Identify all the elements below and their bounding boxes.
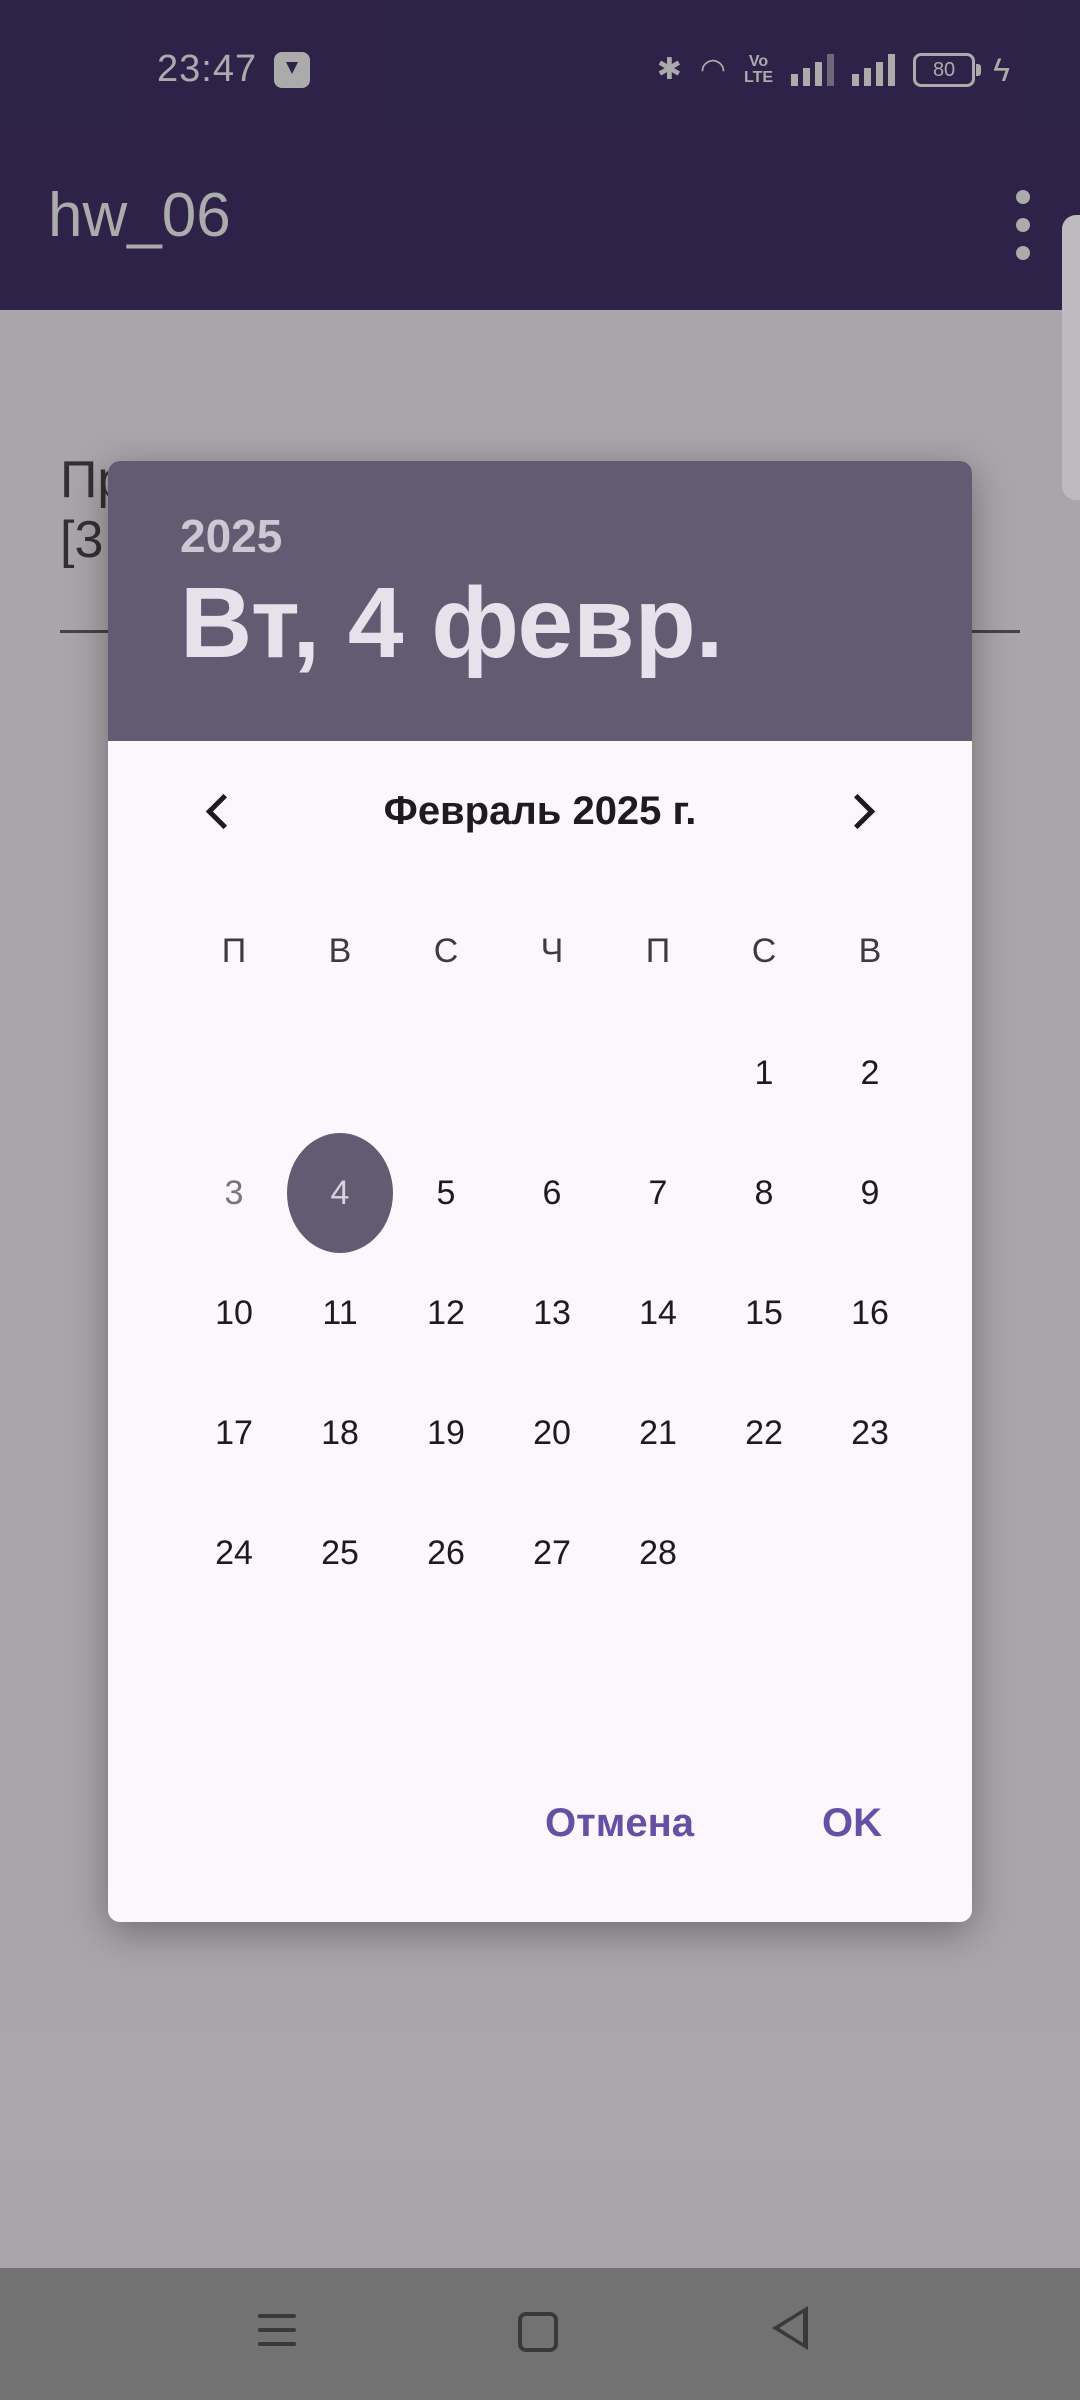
ok-button[interactable]: OK <box>822 1801 882 1846</box>
day-button[interactable]: 8 <box>711 1133 817 1253</box>
day-cell: 17 <box>181 1373 287 1493</box>
day-button[interactable]: 27 <box>499 1493 605 1613</box>
date-picker-header: 2025 Вт, 4 февр. <box>108 461 972 741</box>
day-cell: 20 <box>499 1373 605 1493</box>
day-button[interactable]: 9 <box>817 1133 923 1253</box>
day-button[interactable]: 25 <box>287 1493 393 1613</box>
weekday-label: В <box>328 932 352 970</box>
day-cell: 26 <box>393 1493 499 1613</box>
day-cell: 11 <box>287 1253 393 1373</box>
empty-day-cell <box>605 1013 711 1133</box>
weekday-label: П <box>221 932 247 970</box>
month-navigation: Февраль 2025 г. <box>108 761 972 861</box>
day-cell: 8 <box>711 1133 817 1253</box>
day-button[interactable]: 1 <box>711 1013 817 1133</box>
day-cell: 25 <box>287 1493 393 1613</box>
day-button[interactable]: 23 <box>817 1373 923 1493</box>
dialog-actions: Отмена OK <box>545 1801 882 1846</box>
calendar-grid: 1 2 3 4 5 6 7 8 9 10 11 12 13 14 15 16 17 18 19 20 21 22 23 24 2… <box>181 1013 923 1613</box>
day-button[interactable]: 6 <box>499 1133 605 1253</box>
day-button[interactable]: 3 <box>181 1133 287 1253</box>
day-cell: 3 <box>181 1133 287 1253</box>
day-button[interactable]: 24 <box>181 1493 287 1613</box>
day-button[interactable]: 26 <box>393 1493 499 1613</box>
weekday-header: ПВСЧПСВ <box>181 916 923 986</box>
day-cell: 13 <box>499 1253 605 1373</box>
day-cell: 6 <box>499 1133 605 1253</box>
day-button[interactable]: 13 <box>499 1253 605 1373</box>
day-button[interactable]: 12 <box>393 1253 499 1373</box>
day-cell: 28 <box>605 1493 711 1613</box>
day-cell: 10 <box>181 1253 287 1373</box>
day-cell: 15 <box>711 1253 817 1373</box>
day-button[interactable]: 16 <box>817 1253 923 1373</box>
day-cell: 24 <box>181 1493 287 1613</box>
weekday-label: П <box>645 932 671 970</box>
day-button[interactable]: 19 <box>393 1373 499 1493</box>
day-button[interactable]: 14 <box>605 1253 711 1373</box>
cancel-button[interactable]: Отмена <box>545 1801 694 1846</box>
day-button[interactable]: 20 <box>499 1373 605 1493</box>
day-cell: 19 <box>393 1373 499 1493</box>
selected-day[interactable]: 4 <box>287 1133 393 1253</box>
day-cell: 22 <box>711 1373 817 1493</box>
day-cell: 9 <box>817 1133 923 1253</box>
empty-day-cell <box>287 1013 393 1133</box>
day-cell: 1 <box>711 1013 817 1133</box>
day-cell: 16 <box>817 1253 923 1373</box>
day-button[interactable]: 11 <box>287 1253 393 1373</box>
day-button[interactable]: 18 <box>287 1373 393 1493</box>
day-button[interactable]: 5 <box>393 1133 499 1253</box>
day-cell: 2 <box>817 1013 923 1133</box>
day-button[interactable]: 15 <box>711 1253 817 1373</box>
date-picker-dialog: 2025 Вт, 4 февр. Февраль 2025 г. ПВСЧПСВ… <box>108 461 972 1922</box>
day-cell: 27 <box>499 1493 605 1613</box>
next-month-button[interactable] <box>832 781 892 841</box>
day-cell: 5 <box>393 1133 499 1253</box>
day-button[interactable]: 7 <box>605 1133 711 1253</box>
edge-panel-handle[interactable] <box>1062 215 1080 500</box>
header-selected-date: Вт, 4 февр. <box>180 567 724 679</box>
day-cell: 18 <box>287 1373 393 1493</box>
day-button[interactable]: 21 <box>605 1373 711 1493</box>
day-cell: 4 <box>287 1133 393 1253</box>
day-button[interactable]: 2 <box>817 1013 923 1133</box>
empty-day-cell <box>499 1013 605 1133</box>
day-cell: 21 <box>605 1373 711 1493</box>
header-year[interactable]: 2025 <box>180 509 282 563</box>
day-button[interactable]: 10 <box>181 1253 287 1373</box>
weekday-label: В <box>858 932 882 970</box>
weekday-label: Ч <box>540 932 564 970</box>
day-cell: 12 <box>393 1253 499 1373</box>
empty-day-cell <box>393 1013 499 1133</box>
weekday-label: С <box>751 932 777 970</box>
day-button[interactable]: 17 <box>181 1373 287 1493</box>
empty-day-cell <box>181 1013 287 1133</box>
day-cell: 23 <box>817 1373 923 1493</box>
day-cell: 7 <box>605 1133 711 1253</box>
weekday-label: С <box>433 932 459 970</box>
day-button[interactable]: 28 <box>605 1493 711 1613</box>
day-cell: 14 <box>605 1253 711 1373</box>
day-button[interactable]: 22 <box>711 1373 817 1493</box>
